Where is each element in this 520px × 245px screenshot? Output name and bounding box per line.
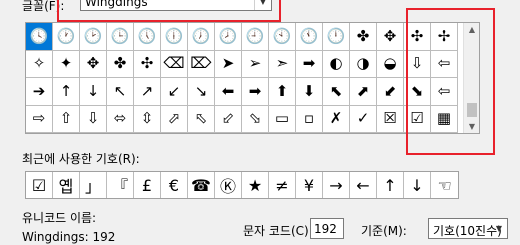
unicode-name-label: 유니코드 이름:	[22, 211, 97, 225]
symbol-cell[interactable]: ↑	[53, 78, 80, 106]
symbol-cell[interactable]: ➔	[26, 78, 53, 106]
unicode-name-value: Wingdings: 192	[22, 230, 116, 244]
symbol-cell[interactable]: ▭	[269, 105, 296, 133]
symbol-cell[interactable]: ⬉	[323, 78, 350, 106]
from-dropdown[interactable]: 기호(10진수) ▼	[428, 218, 508, 239]
recent-symbol[interactable]: ↑	[377, 172, 404, 198]
symbol-cell[interactable]: ☒	[377, 105, 404, 133]
symbol-cell[interactable]: 🕚	[296, 23, 323, 51]
symbol-cell[interactable]: ⬋	[377, 78, 404, 106]
symbol-cell[interactable]: 🕕	[161, 23, 188, 51]
symbol-cell[interactable]: 🕘	[242, 23, 269, 51]
recent-symbol[interactable]: ↓	[404, 172, 431, 198]
char-code-label: 문자 코드(C):	[243, 224, 313, 238]
recent-symbol[interactable]: ≠	[269, 172, 296, 198]
symbol-cell[interactable]: 🕙	[269, 23, 296, 51]
char-code-input[interactable]: 192	[310, 218, 344, 239]
symbol-cell[interactable]: ✤	[350, 23, 377, 51]
symbol-cell[interactable]: ↙	[161, 78, 188, 106]
symbol-cell[interactable]: ✣	[134, 50, 161, 78]
symbol-cell[interactable]: ✦	[53, 50, 80, 78]
symbol-cell[interactable]: ⬈	[350, 78, 377, 106]
symbol-cell[interactable]: 🕑	[80, 23, 107, 51]
recent-symbol[interactable]: €	[161, 172, 188, 198]
symbol-cell[interactable]: ⬅	[215, 78, 242, 106]
symbol-cell[interactable]: ⬇	[296, 78, 323, 106]
symbol-cell[interactable]: ◐	[323, 50, 350, 78]
recent-symbols-label: 최근에 사용한 기호(R):	[22, 152, 140, 166]
recent-symbol[interactable]: £	[134, 172, 161, 198]
symbol-cell[interactable]: ⇩	[80, 105, 107, 133]
recent-symbol[interactable]: 『	[107, 172, 134, 198]
highlight-font-box	[57, 0, 281, 22]
symbol-cell[interactable]: ⬀	[161, 105, 188, 133]
recent-symbol[interactable]: 」	[80, 172, 107, 198]
symbol-cell[interactable]: ⬄	[107, 105, 134, 133]
symbol-cell[interactable]: ↗	[134, 78, 161, 106]
chevron-down-icon[interactable]: ▼	[491, 219, 507, 238]
symbol-cell[interactable]: ⇳	[134, 105, 161, 133]
symbol-cell[interactable]: ⬂	[242, 105, 269, 133]
symbol-cell[interactable]: ↘	[188, 78, 215, 106]
symbol-cell[interactable]: ▫	[296, 105, 323, 133]
recent-symbol[interactable]: 옙	[53, 172, 80, 198]
symbol-cell[interactable]: ✗	[323, 105, 350, 133]
symbol-cell[interactable]: ➡	[296, 50, 323, 78]
symbol-cell[interactable]: ✧	[26, 50, 53, 78]
recent-symbol[interactable]: Ⓚ	[215, 172, 242, 198]
symbol-cell[interactable]: ⌦	[188, 50, 215, 78]
recent-symbol[interactable]: ★	[242, 172, 269, 198]
recent-symbol[interactable]: ☑	[26, 172, 53, 198]
recent-symbols-row[interactable]: ☑ 옙」『£ € ☎ Ⓚ ★ ≠ ¥ → ← ↑ ↓ ☜	[25, 171, 459, 199]
symbol-cell[interactable]: ⇧	[53, 105, 80, 133]
symbol-cell[interactable]: 🕖	[188, 23, 215, 51]
symbol-cell[interactable]: 🕗	[215, 23, 242, 51]
symbol-cell[interactable]: 🕐	[53, 23, 80, 51]
symbol-cell[interactable]: ⬃	[215, 105, 242, 133]
recent-symbol[interactable]: ¥	[296, 172, 323, 198]
symbol-cell[interactable]: ↓	[80, 78, 107, 106]
symbol-cell[interactable]: ➣	[269, 50, 296, 78]
highlight-symbols-box	[406, 8, 495, 155]
from-label: 기준(M):	[361, 224, 407, 238]
symbol-cell[interactable]: ⇨	[26, 105, 53, 133]
recent-symbol[interactable]: →	[323, 172, 350, 198]
symbol-cell[interactable]: ⬁	[188, 105, 215, 133]
symbol-cell[interactable]: 🕓	[26, 23, 53, 51]
recent-symbol[interactable]: ☎	[188, 172, 215, 198]
symbol-cell[interactable]: ✥	[80, 50, 107, 78]
symbol-cell[interactable]: ⬆	[269, 78, 296, 106]
symbol-cell[interactable]: 🕒	[107, 23, 134, 51]
symbol-cell[interactable]: ◒	[377, 50, 404, 78]
symbol-cell[interactable]: ◑	[350, 50, 377, 78]
symbol-cell[interactable]: ➡	[242, 78, 269, 106]
recent-symbol[interactable]: ☜	[431, 172, 458, 198]
symbol-cell[interactable]: ➤	[215, 50, 242, 78]
symbol-cell[interactable]: ⌫	[161, 50, 188, 78]
symbol-cell[interactable]: ↖	[107, 78, 134, 106]
recent-symbol[interactable]: ←	[350, 172, 377, 198]
symbol-cell[interactable]: ✥	[377, 23, 404, 51]
symbol-cell[interactable]: 🕔	[134, 23, 161, 51]
symbol-cell[interactable]: ✤	[107, 50, 134, 78]
symbol-cell[interactable]: ➢	[242, 50, 269, 78]
symbol-cell[interactable]: 🕛	[323, 23, 350, 51]
symbol-cell[interactable]: ✓	[350, 105, 377, 133]
